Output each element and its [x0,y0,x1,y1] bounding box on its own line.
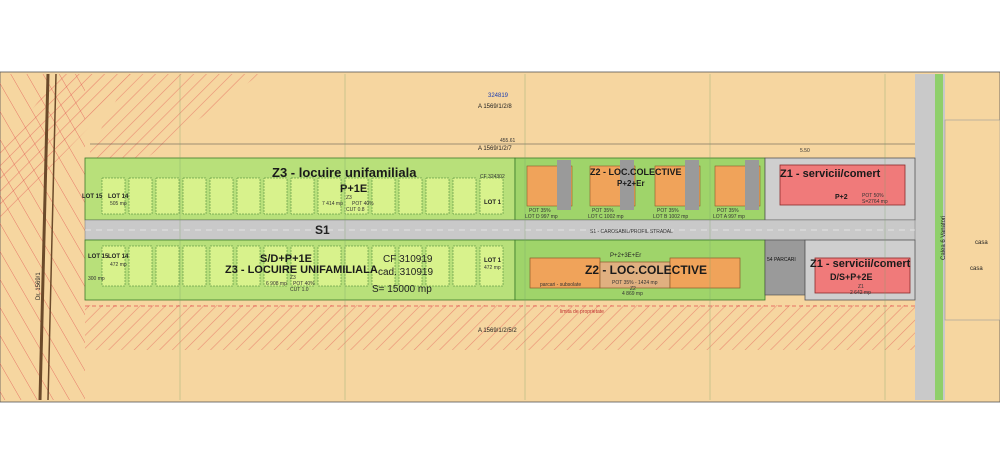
z3-south-lot-2 [128,245,153,287]
z1-north-title: Z1 - servicii/comert [780,168,881,180]
z3-north-lot-9 [317,177,342,215]
z3-south-lot-13 [425,245,450,287]
limit-note: limita de proprietate [560,309,604,315]
z3-north-lot-12 [398,177,423,215]
road-profile-label: S1 - CAROSABIL/PROFIL STRADAL [590,229,673,235]
parcel-cad: cad. 310919 [378,267,433,278]
z2-north-regime: P+2+Er [617,179,645,188]
z3-south-lot-14 [452,245,477,287]
site-plan-map: Dr. 1569/1 324819 A 1569/1/2/8 A 1569/1/… [0,0,1000,462]
z3-north-lot-8 [290,177,315,215]
z3-north-lot-14 [452,177,477,215]
z2-south-parking-note: parcari - subsolate [540,282,581,288]
z3-south-info-area: 6 908 mp [266,281,287,287]
z2-north-lot-label-2: LOT C 1002 mp [588,214,624,220]
z3-north-lot-11 [371,177,396,215]
z3-north-lot-5 [209,177,234,215]
house-label-1: casa [975,240,988,246]
parcel-label-mid: A 1569/1/2/7 [478,146,512,152]
z2-north-lot-label-3: LOT B 1002 mp [653,214,688,220]
lot15-south-area: 300 mp [88,276,105,282]
dimension-right: 5.50 [800,148,810,154]
z2-north-core-4 [745,160,759,210]
right-road-label: Calea 6 Vanatori [941,216,947,260]
lot14-north-area: 505 mp [110,201,127,207]
z2-south-regime: P+2+3E+Er [610,253,641,259]
z3-north-lot-3 [155,177,180,215]
z1-north-regime: P+2 [835,194,848,201]
z3-north-lot-15 [479,177,504,215]
z3-north-regime: P+1E [340,183,367,195]
house-label-2: casa [970,266,983,272]
z3-north-lot-6 [236,177,261,215]
z2-south-title: Z2 - LOC.COLECTIVE [585,263,707,277]
z2-north-lot-label-4: LOT A 997 mp [713,214,745,220]
parking-label: 54 PARCARI [767,257,796,263]
z3-north-lots [101,177,504,215]
parcel-cf: CF 310919 [383,254,433,265]
lot14-south-label: LOT 14 [108,254,129,260]
z3-north-lot-13 [425,177,450,215]
lot1-north-label: LOT 1 [484,200,502,206]
z3-north-info-cut: CUT 0.8 [346,207,365,213]
parcel-area: S= 15000 mp [372,284,432,295]
z2-north-core-1 [557,160,571,210]
lot14-north-label: LOT 14 [108,194,129,200]
z3-south-lot-4 [182,245,207,287]
z3-north-lot-2 [128,177,153,215]
left-road-label: Dr. 1569/1 [36,272,42,300]
z2-south-info-area: 4 869 mp [622,291,643,297]
lot1-south-area: 472 mp [484,265,501,271]
dimension-top: 455.61 [500,138,516,144]
parcel-label-top: A 1569/1/2/8 [478,104,512,110]
parcel-label-bottom: A 1569/1/2/5/2 [478,328,517,334]
lot15-south-label: LOT 15 [88,254,109,260]
z2-north-title: Z2 - LOC.COLECTIVE [590,167,682,177]
z3-south-title: Z3 - LOCUIRE UNIFAMILIALA [225,264,378,276]
z3-north-cf: CF 324302 [480,174,505,180]
z3-north-title: Z3 - locuire unifamiliala [272,165,417,180]
lot15-north-label: LOT 15 [82,194,103,200]
z1-south-title: Z1 - servicii/comert [810,258,911,270]
z3-south-lot-3 [155,245,180,287]
z3-south-info-cut: CUT 1.0 [290,287,309,293]
z1-north-area: S=2764 mp [862,199,888,205]
z3-north-lot-4 [182,177,207,215]
lot1-south-label: LOT 1 [484,258,502,264]
z3-north-info-area: 7 414 mp [322,201,343,207]
cad-number-top: 324819 [488,93,509,99]
z2-north-lot-label-1: LOT D 997 mp [525,214,558,220]
road-s1-label: S1 [315,223,330,237]
z1-south-info-area: 2 642 mp [850,290,871,296]
parking-block [764,239,806,296]
z2-north-core-3 [685,160,699,210]
z1-south-regime: D/S+P+2E [830,272,873,282]
lot14-south-area: 472 mp [110,262,127,268]
z3-south-lot-12 [398,245,423,287]
z3-north-lot-7 [263,177,288,215]
